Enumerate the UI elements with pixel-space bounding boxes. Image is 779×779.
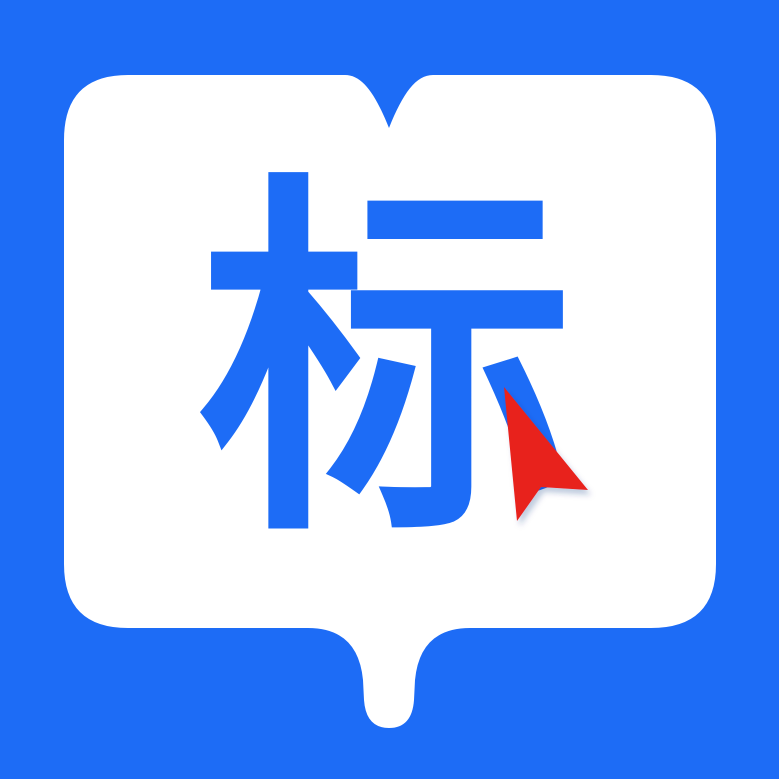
app-icon: 标	[0, 0, 779, 779]
app-icon-graphic: 标	[0, 0, 779, 779]
